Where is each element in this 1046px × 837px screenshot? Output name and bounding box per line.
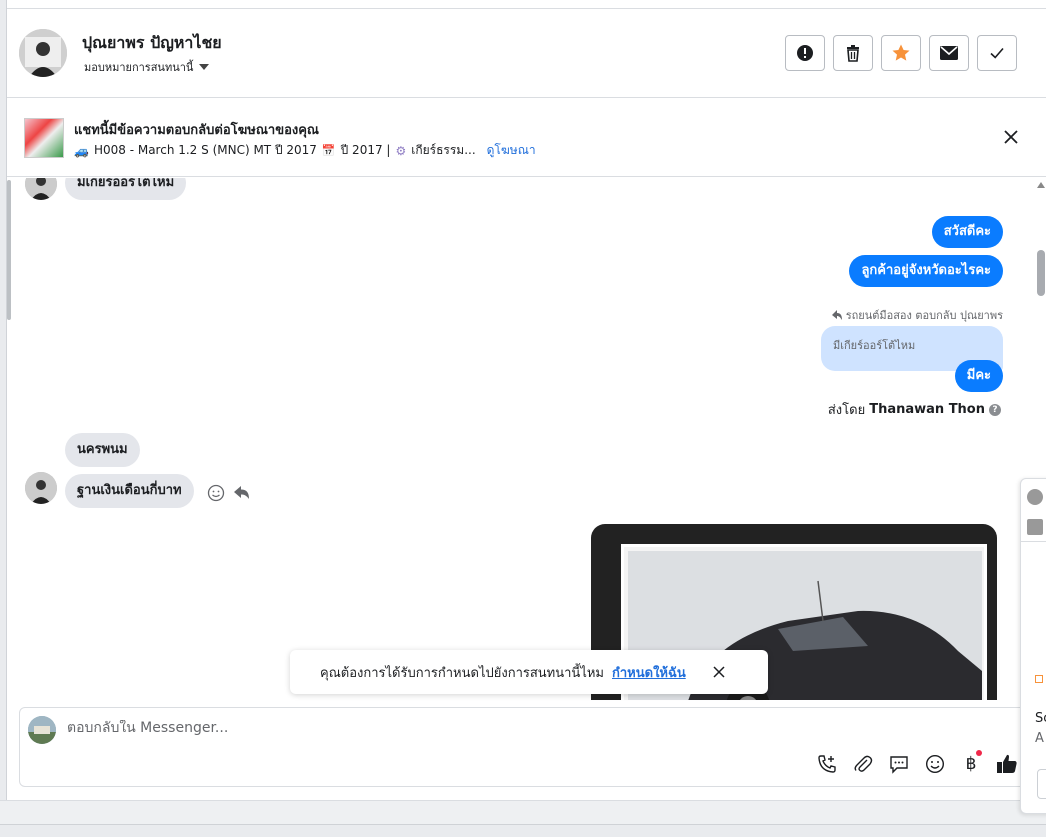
mark-spam-button[interactable] — [785, 35, 825, 71]
reply-meta-text: รถยนต์มือสอง ตอบกลับ ปุณยาพร — [845, 309, 1003, 322]
envelope-icon — [940, 46, 958, 60]
side-icon — [1035, 675, 1043, 683]
scroll-up-arrow[interactable] — [1037, 182, 1045, 188]
gear-icon: ⚙ — [395, 143, 407, 158]
side-text-1: Sc — [1035, 711, 1046, 726]
side-popup[interactable]: Sc A — [1020, 478, 1046, 814]
outgoing-message[interactable]: สวัสดีคะ — [931, 216, 1003, 248]
composer-toolbar: ฿ — [816, 750, 1018, 775]
reply-meta: รถยนต์มือสอง ตอบกลับ ปุณยาพร — [831, 306, 1003, 324]
baht-icon: ฿ — [965, 754, 977, 774]
paperclip-icon — [854, 755, 873, 772]
mark-unread-button[interactable] — [929, 35, 969, 71]
incoming-message[interactable]: มีเกียร์ออร์โต้ไหม — [65, 178, 187, 200]
sent-by: ส่งโดย Thanawan Thon ? — [828, 399, 1001, 420]
mark-done-button[interactable] — [977, 35, 1017, 71]
message-hover-tools — [207, 484, 251, 502]
contact-avatar-small — [25, 472, 57, 504]
close-icon — [1004, 130, 1018, 144]
conversation-header: ปุณยาพร ปัญหาไชย มอบหมายการสนทนานี้ — [7, 9, 1046, 98]
assign-conversation-dropdown[interactable]: มอบหมายการสนทนานี้ — [84, 58, 210, 76]
car-icon: 🚙 — [74, 143, 89, 158]
reply-arrow-icon — [831, 310, 842, 320]
ad-details: 🚙 H008 - March 1.2 S (MNC) MT ปี 2017 📅 … — [74, 141, 536, 160]
contact-avatar-small — [25, 178, 57, 200]
close-icon[interactable] — [712, 665, 726, 679]
side-divider — [1021, 541, 1046, 542]
toast-text: คุณต้องการได้รับการกำหนดไปยังการสนทนานี้… — [320, 665, 604, 681]
bottom-strip — [0, 824, 1046, 837]
emoji-icon — [925, 754, 945, 774]
call-button[interactable] — [816, 753, 838, 775]
reply-input[interactable] — [67, 720, 967, 736]
chat-bubble-icon — [890, 756, 908, 774]
ad-reply-banner: แชทนี้มีข้อความตอบกลับต่อโฆษณาของคุณ 🚙 H… — [7, 99, 1046, 177]
header-actions — [785, 35, 1017, 71]
phone-plus-icon — [818, 755, 836, 773]
like-button[interactable] — [996, 753, 1018, 775]
emoji-react-icon[interactable] — [207, 484, 225, 502]
ad-detail-model: H008 - March 1.2 S (MNC) MT ปี 2017 — [93, 143, 317, 157]
contact-avatar[interactable] — [19, 29, 67, 77]
reply-icon[interactable] — [233, 484, 251, 502]
star-button[interactable] — [881, 35, 921, 71]
incoming-message[interactable]: นครพนม — [65, 433, 140, 467]
contact-name[interactable]: ปุณยาพร ปัญหาไชย — [82, 31, 222, 56]
view-ad-link[interactable]: ดูโฆษณา — [487, 141, 536, 160]
payment-button[interactable]: ฿ — [960, 750, 982, 775]
assign-label: มอบหมายการสนทนานี้ — [84, 61, 194, 74]
checkmark-icon — [990, 47, 1004, 59]
ad-banner-title: แชทนี้มีข้อความตอบกลับต่อโฆษณาของคุณ — [74, 123, 319, 138]
assign-to-me-link[interactable]: กำหนดให้ฉัน — [612, 662, 686, 683]
side-avatar[interactable] — [1027, 489, 1043, 505]
saved-replies-button[interactable] — [888, 753, 910, 775]
ad-thumbnail[interactable] — [24, 118, 64, 158]
delete-button[interactable] — [833, 35, 873, 71]
help-icon[interactable]: ? — [989, 403, 1001, 416]
side-avatar[interactable] — [1027, 519, 1043, 535]
sent-by-label: ส่งโดย — [827, 403, 866, 418]
assign-prompt-toast: คุณต้องการได้รับการกำหนดไปยังการสนทนานี้… — [290, 650, 768, 694]
close-banner-button[interactable] — [1001, 127, 1021, 147]
chevron-down-icon — [199, 64, 210, 70]
outgoing-message[interactable]: ลูกค้าอยู่จังหวัดอะไรคะ — [849, 255, 1003, 287]
ad-detail-year: ปี 2017 | — [340, 143, 391, 157]
incoming-message[interactable]: ฐานเงินเดือนกี่บาท — [65, 474, 194, 508]
trash-icon — [847, 45, 859, 62]
attach-button[interactable] — [852, 753, 874, 775]
message-thread: มีเกียร์ออร์โต้ไหม สวัสดีคะ ลูกค้าอยู่จั… — [7, 178, 1035, 700]
star-icon — [892, 44, 910, 61]
emoji-button[interactable] — [924, 753, 946, 775]
calendar-icon: 📅 — [321, 144, 336, 157]
ad-detail-transmission: เกียร์ธรรม... — [411, 143, 476, 157]
thumbs-up-icon — [997, 754, 1017, 773]
scroll-thumb[interactable] — [1037, 250, 1045, 296]
message-composer: ฿ — [19, 707, 1029, 787]
side-button[interactable] — [1037, 769, 1046, 799]
side-text-2: A — [1035, 731, 1044, 746]
sent-by-name: Thanawan Thon — [869, 402, 985, 417]
bottom-bar — [0, 800, 1046, 824]
alert-icon — [797, 45, 813, 61]
outgoing-message[interactable]: มีคะ — [954, 360, 1003, 392]
notification-dot — [976, 750, 982, 756]
page-avatar — [28, 716, 56, 744]
